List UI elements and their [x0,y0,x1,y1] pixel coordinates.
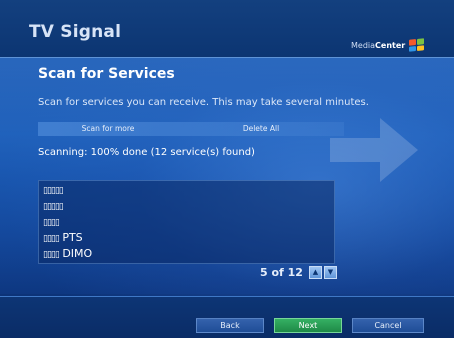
chevron-down-icon[interactable]: ▼ [323,265,337,279]
scan-status: Scanning: 100% done (12 service(s) found… [38,147,255,158]
media-center-logo: Media Center [351,37,425,53]
page-title: Scan for Services [38,66,175,82]
list-item[interactable]: ▯▯▯▯▯ [43,182,64,197]
description-text: Scan for services you can receive. This … [38,97,369,108]
media-center-screen: TV Signal Media Center Scan for Services … [0,0,454,338]
services-list[interactable]: ▯▯▯▯▯ ▯▯▯▯▯ ▯▯▯▯ ▯▯▯▯ PTS ▯▯▯▯ DIMO [38,180,335,264]
header-bar: TV Signal Media Center [0,0,454,58]
delete-all-button[interactable]: Delete All [186,122,336,136]
app-title: TV Signal [29,22,122,42]
list-item[interactable]: ▯▯▯▯ DIMO [43,246,92,261]
logo-media-text: Media [351,40,376,50]
list-item[interactable]: ▯▯▯▯ PTS [43,230,83,245]
logo-center-text: Center [375,40,406,50]
pager-count: 5 of 12 [260,265,303,279]
scan-for-more-button[interactable]: Scan for more [38,122,178,136]
next-button[interactable]: Next [274,318,342,333]
list-item[interactable]: ▯▯▯▯▯ [43,198,64,213]
pager: 5 of 12 ▲ ▼ [260,264,337,280]
cancel-button[interactable]: Cancel [352,318,424,333]
windows-flag-icon [409,38,425,52]
list-item[interactable]: ▯▯▯▯ [43,214,60,229]
chevron-up-icon[interactable]: ▲ [308,265,322,279]
back-button[interactable]: Back [196,318,264,333]
